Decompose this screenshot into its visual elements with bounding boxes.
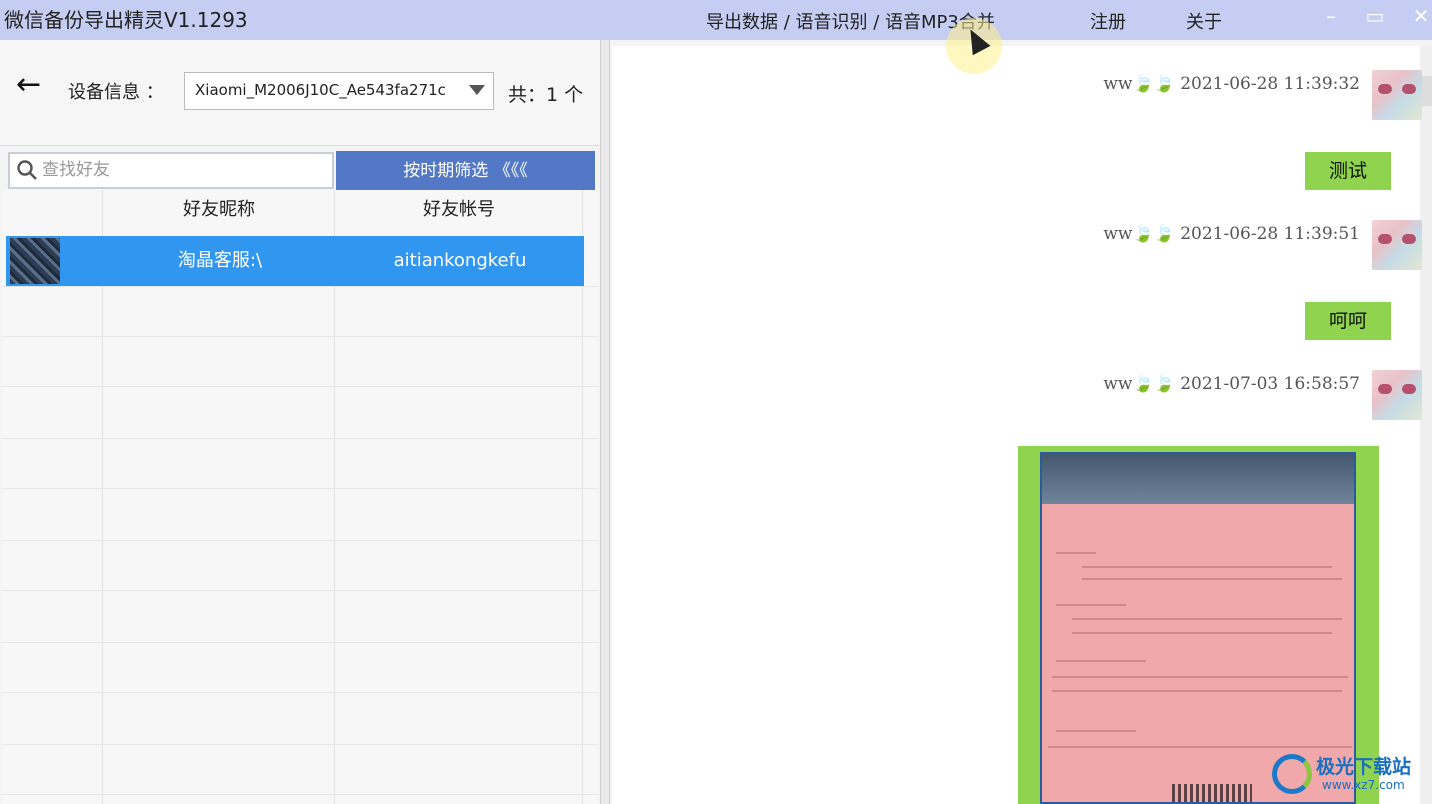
photo-background (1042, 454, 1354, 504)
column-header-account[interactable]: 好友帐号 (336, 190, 582, 230)
row-divider (2, 590, 598, 591)
device-select[interactable]: Xiaomi_M2006J10C_Ae543fa271c (184, 72, 494, 110)
message-sender: ww🍃🍃 (1103, 374, 1175, 394)
qr-code (1172, 784, 1252, 802)
app-title: 微信备份导出精灵V1.1293 (4, 8, 248, 32)
row-divider (2, 488, 598, 489)
image-message[interactable] (1018, 446, 1379, 804)
row-divider (2, 438, 598, 439)
friend-avatar (10, 238, 60, 284)
avatar (1372, 370, 1422, 420)
message-bubble: 呵呵 (1304, 302, 1391, 340)
search-box[interactable] (8, 152, 334, 189)
back-arrow-icon[interactable]: ← (16, 70, 41, 100)
message-sender: ww🍃🍃 (1103, 224, 1175, 244)
watermark-name: 极光下载站 (1316, 756, 1412, 778)
device-select-value: Xiaomi_M2006J10C_Ae543fa271c (195, 81, 446, 99)
message-meta: ww🍃🍃 2021-06-28 11:39:32 (1103, 74, 1360, 94)
message-meta: ww🍃🍃 2021-06-28 11:39:51 (1103, 224, 1360, 244)
message-time: 2021-06-28 11:39:51 (1180, 224, 1360, 244)
watermark: 极光下载站 www.xz7.com (1272, 752, 1422, 796)
date-filter-button[interactable]: 按时期筛选 《《《 (336, 151, 595, 191)
friend-nickname: 淘晶客服:\ (177, 250, 263, 271)
friend-account: aitiankongkefu (393, 250, 527, 271)
minimize-button[interactable]: – (1318, 4, 1344, 30)
message-time: 2021-06-28 11:39:32 (1180, 74, 1360, 94)
message-meta: ww🍃🍃 2021-07-03 16:58:57 (1103, 374, 1360, 394)
menu-about[interactable]: 关于 (1186, 8, 1222, 34)
menu-register[interactable]: 注册 (1090, 8, 1126, 34)
message-time: 2021-07-03 16:58:57 (1180, 374, 1360, 394)
scrollbar[interactable] (1420, 46, 1432, 804)
search-input[interactable] (42, 160, 322, 180)
row-divider (2, 540, 598, 541)
device-bar: ← 设备信息 ： Xiaomi_M2006J10C_Ae543fa271c 共：… (0, 40, 602, 146)
title-bar: 微信备份导出精灵V1.1293 导出数据 / 语音识别 / 语音MP3合并 注册… (0, 0, 1432, 40)
row-divider (2, 386, 598, 387)
watermark-url: www.xz7.com (1322, 778, 1405, 792)
search-icon (17, 160, 37, 180)
avatar (1372, 220, 1422, 270)
device-label: 设备信息 ： (68, 82, 164, 103)
row-divider (2, 794, 598, 795)
table-row[interactable]: 淘晶客服:\ aitiankongkefu (6, 236, 584, 286)
row-divider (2, 336, 598, 337)
column-header-avatar (2, 190, 102, 230)
friends-pane: ← 设备信息 ： Xiaomi_M2006J10C_Ae543fa271c 共：… (0, 40, 602, 804)
row-divider (2, 286, 598, 287)
message-bubble: 测试 (1304, 152, 1391, 190)
message-sender: ww🍃🍃 (1103, 74, 1175, 94)
row-divider (2, 692, 598, 693)
row-divider (2, 642, 598, 643)
avatar (1372, 70, 1422, 120)
pane-splitter[interactable] (600, 40, 610, 804)
maximize-button[interactable]: ▭ (1362, 4, 1388, 30)
chevron-down-icon (469, 85, 485, 95)
watermark-logo-icon (1272, 754, 1312, 794)
column-header-nickname[interactable]: 好友昵称 (104, 190, 334, 230)
friend-count: 共：1 个 (508, 84, 584, 106)
close-button[interactable]: ✕ (1408, 4, 1432, 30)
row-divider (2, 744, 598, 745)
friends-table: 好友昵称 好友帐号 淘晶客服:\ aitiankongkefu (2, 190, 598, 804)
